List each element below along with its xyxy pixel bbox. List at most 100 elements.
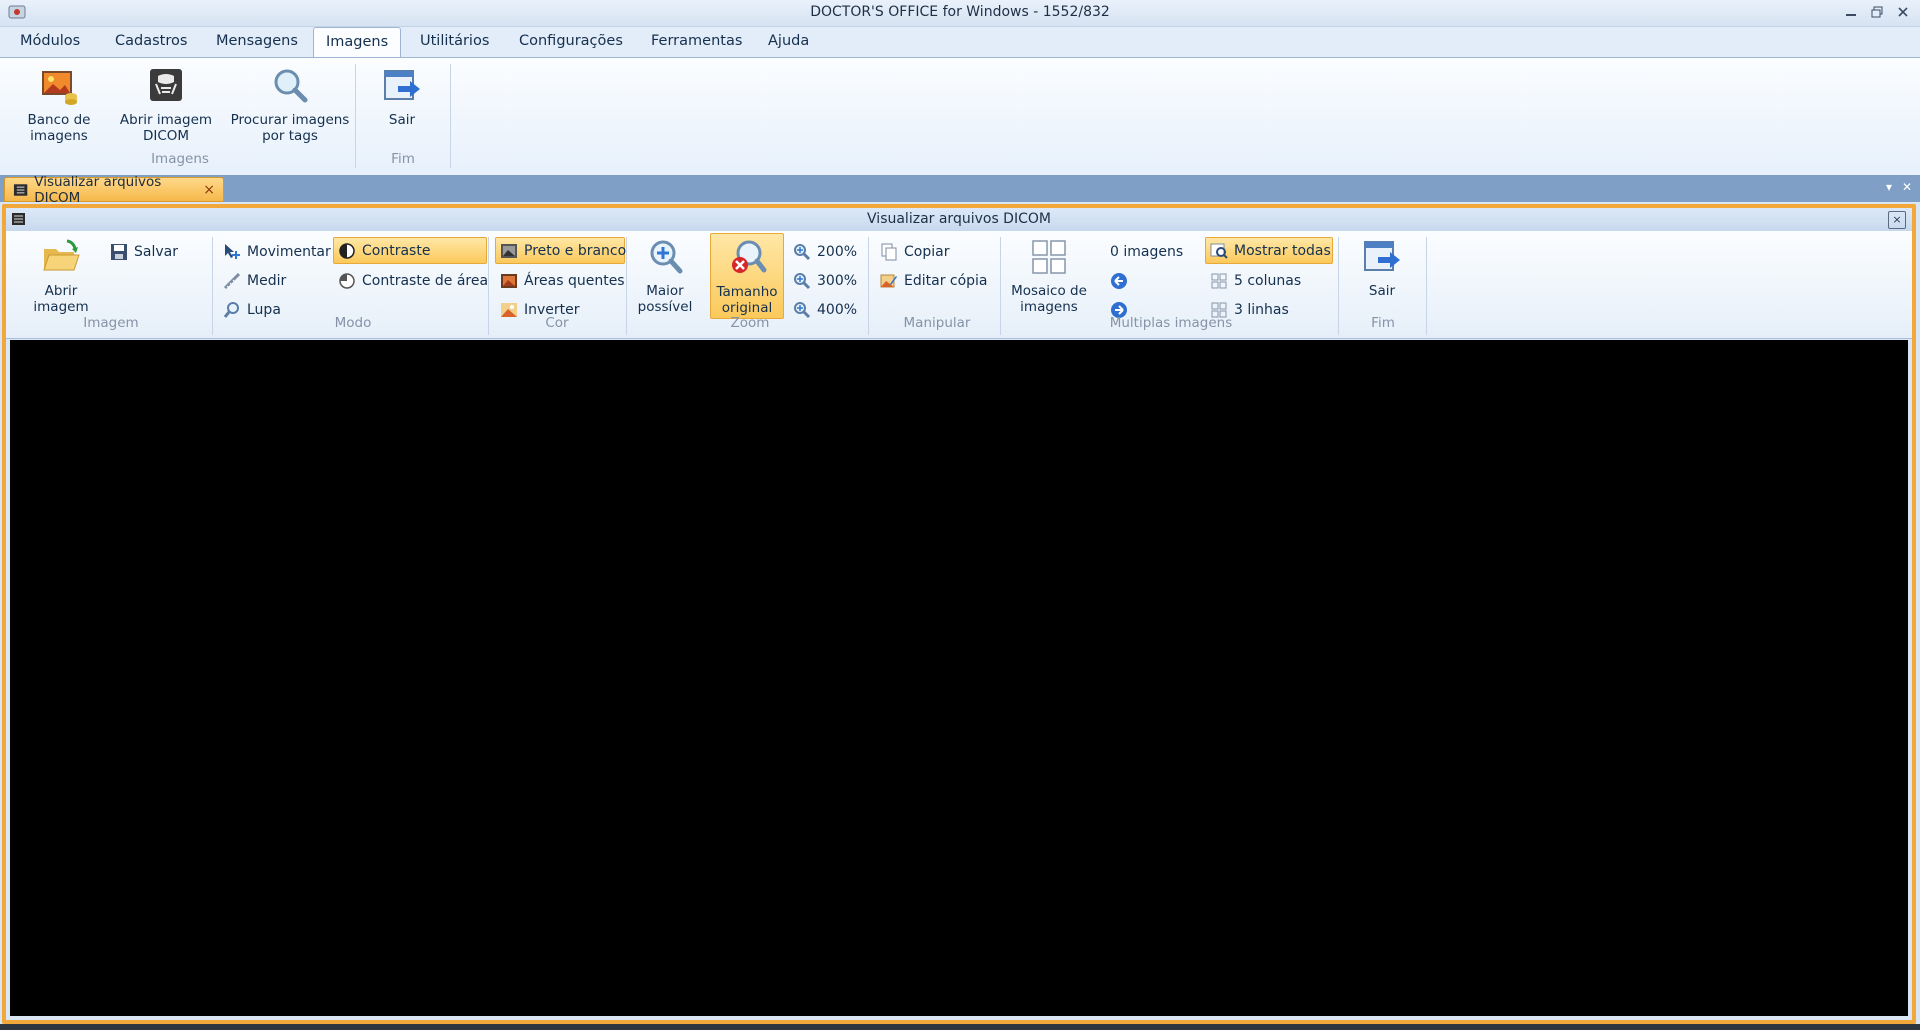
- contraste-area-label: Contraste de área: [362, 272, 489, 289]
- mosaic-icon: [1032, 240, 1066, 274]
- procurar-label-2: por tags: [262, 128, 318, 144]
- close-all-icon[interactable]: ✕: [1902, 180, 1912, 194]
- zoom-300-icon: [794, 272, 811, 289]
- menu-utilitarios[interactable]: Utilitários: [408, 27, 501, 56]
- viewer-title-bar: Visualizar arquivos DICOM ×: [6, 208, 1912, 231]
- abrir-label-1: Abrir: [44, 283, 78, 299]
- zoom-300-label: 300%: [817, 272, 858, 289]
- abrir-imagem-button[interactable]: Abrir imagem: [26, 237, 96, 315]
- menu-ferramentas[interactable]: Ferramentas: [639, 27, 754, 56]
- columns-grid-icon: [1211, 273, 1227, 288]
- zoom-in-icon: [650, 240, 683, 274]
- zoom-200-label: 200%: [817, 243, 858, 260]
- viewer-window-icon: [12, 213, 25, 225]
- banco-imagens-button[interactable]: Banco de imagens: [16, 66, 102, 144]
- menu-ajuda[interactable]: Ajuda: [756, 27, 821, 56]
- heatmap-icon: [501, 273, 517, 288]
- close-button[interactable]: [1892, 3, 1914, 21]
- edit-copy-icon: [880, 274, 897, 287]
- tab-dropdown-icon[interactable]: ▾: [1886, 180, 1892, 194]
- areas-quentes-label: Áreas quentes: [524, 272, 625, 289]
- sair-viewer-button[interactable]: Sair: [1352, 237, 1412, 299]
- sair-main-button[interactable]: Sair: [372, 66, 432, 128]
- window-title: DOCTOR'S OFFICE for Windows - 1552/832: [810, 4, 1110, 20]
- contrast-icon: [339, 242, 355, 259]
- menu-bar: Módulos Cadastros Mensagens Imagens Util…: [0, 27, 1920, 58]
- viewer-title: Visualizar arquivos DICOM: [867, 211, 1051, 227]
- preto-branco-button[interactable]: Preto e branco: [495, 237, 626, 264]
- imagens-count: 0 imagens: [1106, 239, 1183, 264]
- save-icon: [111, 243, 127, 260]
- restore-button[interactable]: [1866, 3, 1888, 21]
- mostrar-todas-button[interactable]: Mostrar todas: [1205, 237, 1333, 264]
- contraste-label: Contraste: [362, 242, 431, 259]
- ribbon-divider: [212, 237, 213, 335]
- previous-image-button[interactable]: [1106, 268, 1134, 293]
- dicom-icon: [150, 69, 182, 101]
- editar-copia-button[interactable]: Editar cópia: [876, 268, 988, 293]
- group-label-modo: Modo: [334, 315, 372, 331]
- menu-imagens[interactable]: Imagens: [313, 27, 402, 58]
- ribbon-divider: [1338, 237, 1339, 335]
- maior-label-1: Maior: [646, 283, 684, 299]
- main-ribbon: Banco de imagens Abrir imagem DICOM Proc…: [0, 57, 1920, 176]
- viewer-ribbon: Abrir imagem Salvar Imagem Movimentar Me…: [6, 231, 1912, 339]
- abrir-dicom-button[interactable]: Abrir imagem DICOM: [114, 66, 218, 144]
- movimentar-label: Movimentar: [247, 243, 331, 260]
- zoom-200-button[interactable]: 200%: [789, 239, 857, 264]
- group-label-multiplas: Multiplas imagens: [1109, 315, 1233, 331]
- procurar-tags-button[interactable]: Procurar imagens por tags: [228, 66, 352, 144]
- salvar-button[interactable]: Salvar: [106, 239, 182, 264]
- copiar-button[interactable]: Copiar: [876, 239, 949, 264]
- image-database-icon: [42, 71, 77, 105]
- exit-icon: [1364, 241, 1400, 271]
- group-label-cor: Cor: [545, 315, 569, 331]
- medir-label: Medir: [247, 272, 287, 289]
- areas-quentes-button[interactable]: Áreas quentes: [496, 268, 625, 293]
- maior-label-2: possível: [637, 299, 693, 315]
- arrow-left-icon: [1111, 272, 1127, 289]
- taskbar-edge: [0, 1024, 1920, 1030]
- maior-possivel-button[interactable]: Maior possível: [634, 237, 696, 315]
- ribbon-divider: [450, 64, 451, 168]
- dicom-viewer-icon: [13, 183, 28, 196]
- medir-button[interactable]: Medir: [219, 268, 286, 293]
- open-folder-icon: [43, 239, 80, 271]
- zoom-300-button[interactable]: 300%: [789, 268, 857, 293]
- sair-viewer-label: Sair: [1368, 283, 1396, 299]
- mosaico-label-2: imagens: [1020, 299, 1078, 315]
- group-label-manipular: Manipular: [903, 315, 971, 331]
- restore-icon: [1871, 6, 1883, 18]
- close-tab-icon[interactable]: ×: [203, 182, 215, 198]
- imagens-count-label: 0 imagens: [1110, 243, 1184, 260]
- ribbon-divider: [868, 237, 869, 335]
- tamanho-original-button[interactable]: Tamanho original: [710, 233, 784, 319]
- search-icon: [274, 69, 308, 103]
- copy-icon: [881, 243, 897, 260]
- ribbon-divider: [355, 64, 356, 168]
- procurar-label-1: Procurar imagens: [230, 112, 350, 128]
- menu-modulos[interactable]: Módulos: [8, 27, 92, 56]
- group-label-zoom: Zoom: [730, 315, 770, 331]
- mosaico-button[interactable]: Mosaico de imagens: [1006, 237, 1092, 315]
- ruler-icon: [223, 272, 241, 289]
- menu-configuracoes[interactable]: Configurações: [507, 27, 635, 56]
- menu-cadastros[interactable]: Cadastros: [103, 27, 199, 56]
- ribbon-divider: [488, 237, 489, 335]
- image-canvas[interactable]: [10, 340, 1908, 1016]
- viewer-close-button[interactable]: ×: [1888, 211, 1906, 229]
- tamanho-label-2: original: [721, 300, 773, 316]
- document-tab-strip: Visualizar arquivos DICOM × ▾ ✕: [0, 174, 1920, 206]
- tab-visualizar-dicom[interactable]: Visualizar arquivos DICOM ×: [4, 174, 224, 206]
- minimize-icon: [1846, 14, 1856, 16]
- menu-mensagens[interactable]: Mensagens: [204, 27, 310, 56]
- contraste-area-button[interactable]: Contraste de área: [334, 268, 488, 293]
- movimentar-button[interactable]: Movimentar: [219, 239, 331, 264]
- dicom-label-2: DICOM: [142, 128, 190, 144]
- banco-label-1: Banco de: [27, 112, 91, 128]
- contraste-button[interactable]: Contraste: [333, 237, 487, 264]
- editar-copia-label: Editar cópia: [904, 272, 988, 289]
- colunas-button[interactable]: 5 colunas: [1206, 268, 1301, 293]
- minimize-button[interactable]: [1840, 3, 1862, 21]
- tab-label: Visualizar arquivos DICOM: [34, 173, 162, 206]
